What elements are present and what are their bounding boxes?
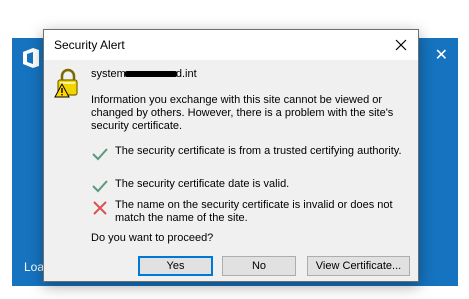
check-item-date-valid: The security certificate date is valid.: [115, 178, 290, 190]
dialog-close-button[interactable]: [384, 30, 418, 60]
security-alert-dialog: Security Alert system d.int Information y…: [43, 29, 419, 282]
x-mark-icon: [93, 201, 107, 215]
padlock-warning-icon: [54, 68, 78, 98]
security-message: Information you exchange with this site …: [91, 94, 394, 132]
view-certificate-button[interactable]: View Certificate...: [307, 256, 410, 276]
office-logo-icon: [23, 48, 39, 68]
checkmark-icon: [92, 148, 108, 161]
background-loading-text: Loa: [24, 260, 45, 274]
checkmark-icon: [92, 180, 108, 193]
check-item-name-invalid: The name on the security certificate is …: [115, 199, 393, 224]
no-button[interactable]: No: [222, 256, 296, 276]
hostname-suffix: d.int: [175, 68, 197, 80]
check-item-trusted-authority: The security certificate is from a trust…: [115, 145, 402, 157]
background-close-icon[interactable]: ✕: [435, 48, 448, 64]
yes-button[interactable]: Yes: [138, 256, 213, 276]
dialog-titlebar: Security Alert: [44, 30, 418, 60]
hostname-redaction: [124, 71, 177, 78]
dialog-title: Security Alert: [54, 38, 125, 52]
hostname-prefix: system: [91, 68, 126, 80]
proceed-question: Do you want to proceed?: [91, 232, 214, 244]
site-hostname: system d.int: [91, 68, 197, 80]
close-icon: [395, 39, 407, 51]
